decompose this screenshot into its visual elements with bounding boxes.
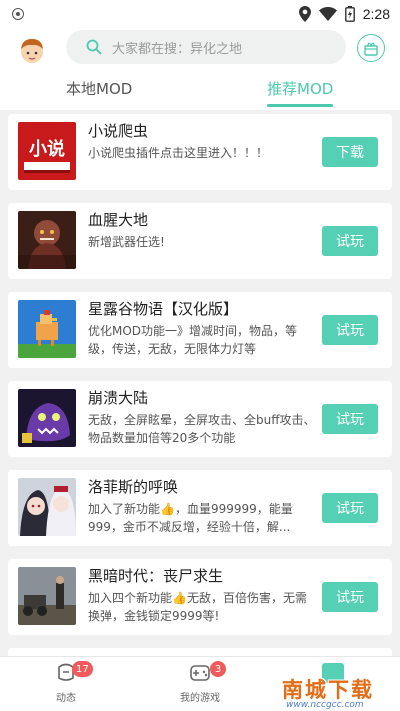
battery-icon — [344, 6, 355, 22]
tab-bar: 本地MOD 推荐MOD — [0, 72, 400, 110]
mod-title: 崩溃大陆 — [88, 389, 149, 407]
zombie-game-icon — [18, 211, 76, 269]
try-button[interactable]: 试玩 — [322, 493, 378, 523]
mod-title: 星露谷物语【汉化版】 — [88, 300, 239, 318]
mod-card[interactable]: 小说 小说爬虫 小说爬虫插件点击这里进入！！！ 下载 — [8, 114, 392, 190]
games-badge: 3 — [210, 661, 226, 677]
monster-game-icon — [18, 389, 76, 447]
mod-description: 小说爬虫插件点击这里进入！！！ — [88, 146, 269, 160]
mod-title: 黑暗时代：丧尸求生 — [88, 567, 224, 585]
gamepad-icon — [190, 665, 210, 681]
mod-description: 无敌，全屏眩晕，全屏攻击、全buff攻击、物品数量加倍等20多个功能 — [88, 413, 316, 445]
search-icon — [86, 39, 102, 55]
anime-girls-icon — [18, 478, 76, 536]
mod-card[interactable]: 黑暗时代：丧尸求生 加入四个新功能👍无敌，百倍伤害，无需换弹，金钱锁定9999等… — [8, 559, 392, 635]
search-placeholder: 大家都在搜：异化之地 — [112, 41, 243, 57]
header: 大家都在搜：异化之地 — [0, 28, 400, 72]
svg-text:小说: 小说 — [29, 138, 65, 160]
status-time: 2:28 — [362, 6, 390, 22]
mod-description: 加入四个新功能👍无敌，百倍伤害，无需换弹，金钱锁定9999等! — [88, 591, 307, 623]
try-button[interactable]: 试玩 — [322, 582, 378, 612]
mod-card[interactable]: 星露谷物语【汉化版】 优化MOD功能一》增减时间，物品，等级，传送，无敌，无限体… — [8, 292, 392, 368]
mod-description: 加入了新功能👍，血量999999，能量999，金币不减反增，经验十倍，解... — [88, 502, 293, 534]
mod-title: 血腥大地 — [88, 211, 149, 229]
tab-local-mod[interactable]: 本地MOD — [66, 78, 132, 99]
gift-button[interactable] — [357, 34, 385, 62]
notification-icon — [12, 8, 24, 20]
tab-active-indicator — [267, 104, 333, 107]
mod-description: 优化MOD功能一》增减时间，物品，等级，传送，无敌，无限体力灯等 — [88, 324, 298, 356]
mod-card[interactable]: 崩溃大陆 无敌，全屏眩晕，全屏攻击、全buff攻击、物品数量加倍等20多个功能 … — [8, 381, 392, 457]
nav-my-games-label: 我的游戏 — [180, 693, 220, 704]
nav-feed[interactable]: 动态 17 — [26, 661, 106, 704]
gift-icon — [364, 42, 378, 56]
feed-badge: 17 — [72, 661, 93, 677]
mod-card[interactable]: 血腥大地 新增武器任选! 试玩 — [8, 203, 392, 279]
mod-description: 新增武器任选! — [88, 235, 165, 249]
mod-title: 小说爬虫 — [88, 122, 149, 140]
watermark-url: www.nccgcc.com — [286, 700, 364, 710]
survival-game-icon — [18, 567, 76, 625]
nav-my-games[interactable]: 我的游戏 3 — [160, 661, 240, 704]
chicken-game-icon — [18, 300, 76, 358]
mod-card[interactable]: 洛菲斯的呼唤 加入了新功能👍，血量999999，能量999，金币不减反增，经验十… — [8, 470, 392, 546]
try-button[interactable]: 试玩 — [322, 404, 378, 434]
mod-title: 洛菲斯的呼唤 — [88, 478, 179, 496]
try-button[interactable]: 试玩 — [322, 226, 378, 256]
download-button[interactable]: 下载 — [322, 137, 378, 167]
tab-recommend-mod[interactable]: 推荐MOD — [267, 78, 333, 99]
status-bar: 2:28 — [0, 0, 400, 28]
novel-book-icon: 小说 — [18, 122, 76, 180]
try-button[interactable]: 试玩 — [322, 315, 378, 345]
location-icon — [298, 6, 311, 22]
watermark: 南城下载 www.nccgcc.com — [276, 674, 400, 711]
search-input[interactable]: 大家都在搜：异化之地 — [66, 30, 346, 64]
nav-feed-label: 动态 — [56, 693, 76, 704]
wifi-icon — [318, 7, 337, 21]
avatar[interactable] — [18, 36, 46, 66]
